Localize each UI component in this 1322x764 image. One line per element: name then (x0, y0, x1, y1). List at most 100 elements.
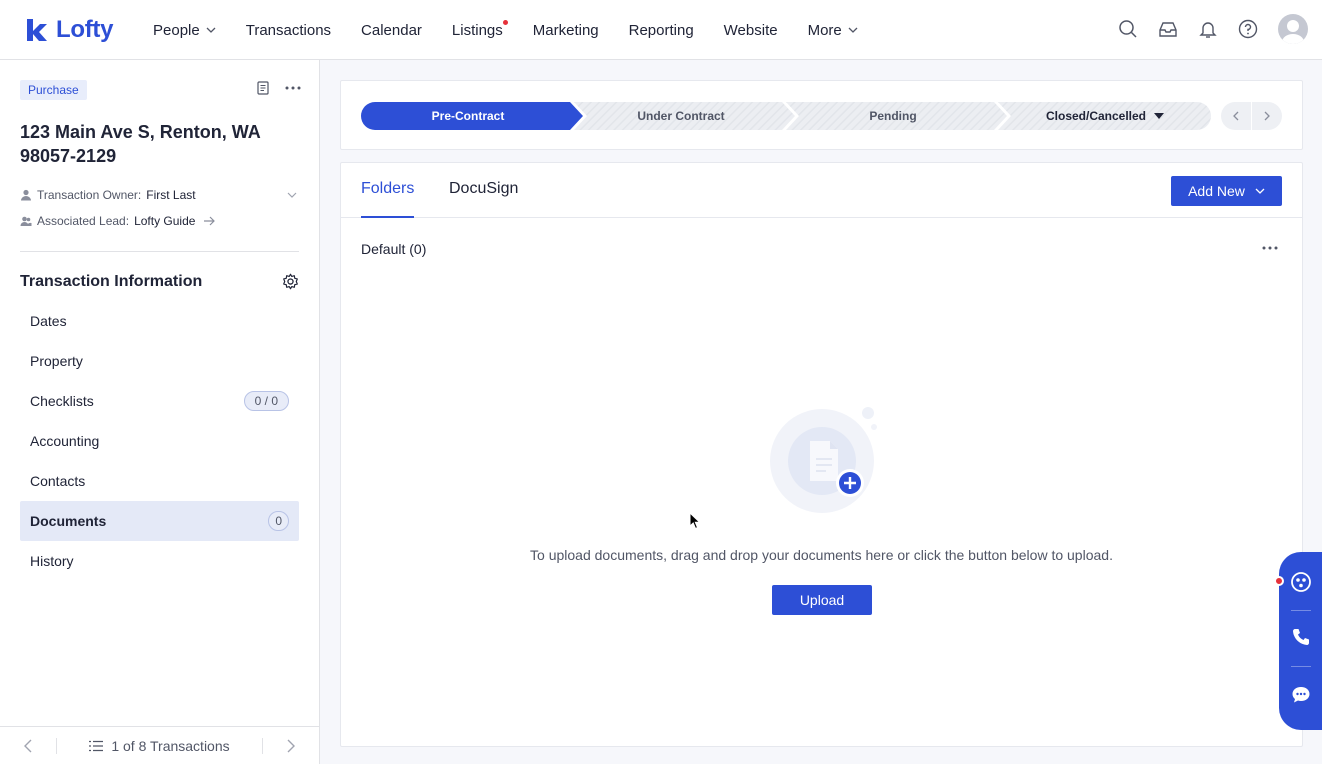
search-icon[interactable] (1118, 19, 1138, 39)
avatar[interactable] (1278, 14, 1308, 44)
chevron-right-icon (287, 739, 295, 752)
chevron-down-icon[interactable] (287, 192, 297, 198)
upload-button[interactable]: Upload (772, 585, 872, 615)
nav-reporting-label: Reporting (628, 21, 694, 39)
sidebar-item-label: Accounting (30, 433, 100, 449)
users-icon (20, 216, 32, 226)
nav-more[interactable]: More (808, 22, 858, 39)
sidebar-item-dates[interactable]: Dates (20, 301, 299, 341)
stage-label: Pre-Contract (431, 109, 505, 123)
nav-reporting[interactable]: Reporting (629, 22, 694, 39)
nav-people-label: People (153, 21, 200, 39)
chevron-down-icon (848, 27, 858, 33)
assistant-button[interactable] (1279, 560, 1322, 604)
add-new-label: Add New (1188, 183, 1245, 199)
nav-calendar[interactable]: Calendar (361, 22, 422, 39)
sidebar-item-checklists[interactable]: Checklists 0 / 0 (20, 381, 299, 421)
nav-people[interactable]: People (153, 22, 216, 39)
tab-label: DocuSign (449, 180, 519, 197)
lead-label: Associated Lead: (37, 214, 130, 228)
stage-bar: Pre-Contract Under Contract Pending Clos… (361, 102, 1211, 130)
lead-value: Lofty Guide (134, 214, 196, 228)
stage-pending[interactable]: Pending (787, 102, 999, 130)
top-icon-group (1118, 14, 1308, 44)
sidebar-item-documents[interactable]: Documents 0 (20, 501, 299, 541)
floating-contact-dock (1274, 552, 1322, 730)
checklists-count-badge: 0 / 0 (243, 391, 289, 411)
bell-icon[interactable] (1198, 19, 1218, 39)
gear-icon[interactable] (282, 273, 299, 290)
chevron-left-icon (24, 739, 32, 752)
section-title: Transaction Information (20, 273, 203, 290)
nav-transactions[interactable]: Transactions (246, 22, 331, 39)
assistant-icon (1291, 572, 1311, 592)
phone-icon (1293, 629, 1309, 645)
inbox-icon[interactable] (1158, 19, 1178, 39)
transaction-sidebar: Purchase 123 Main Ave S, Renton, WA 9805… (0, 60, 320, 764)
tab-folders[interactable]: Folders (361, 180, 415, 218)
brand-name: Lofty (56, 16, 114, 43)
documents-card: Folders DocuSign Add New Default (0) To … (340, 162, 1303, 747)
transaction-owner-row[interactable]: Transaction Owner: First Last (20, 188, 196, 202)
sidebar-item-label: Contacts (30, 473, 86, 489)
more-horizontal-icon[interactable] (1262, 243, 1278, 253)
sidebar-item-label: Documents (30, 513, 107, 529)
sidebar-item-contacts[interactable]: Contacts (20, 461, 299, 501)
help-icon[interactable] (1238, 19, 1258, 39)
dock-divider (1291, 610, 1311, 611)
owner-value: First Last (146, 188, 196, 202)
default-folder-label[interactable]: Default (0) (361, 241, 426, 257)
nav-marketing-label: Marketing (532, 21, 599, 39)
stage-closed-cancelled[interactable]: Closed/Cancelled (999, 102, 1211, 130)
chat-button[interactable] (1279, 673, 1322, 717)
transaction-menu: Dates Property Checklists 0 / 0 Accounti… (20, 301, 299, 581)
chevron-right-icon (1264, 111, 1270, 121)
tab-docusign[interactable]: DocuSign (449, 180, 518, 218)
nav-listings[interactable]: Listings (451, 19, 508, 39)
lofty-logo[interactable]: Lofty (24, 16, 113, 44)
transaction-type-tag: Purchase (20, 80, 87, 100)
notes-icon[interactable] (255, 80, 271, 96)
nav-website[interactable]: Website (724, 22, 778, 39)
stage-label: Under Contract (637, 109, 725, 123)
top-navigation-bar: Lofty People Transactions Calendar Listi… (0, 0, 1322, 60)
sidebar-item-label: Property (30, 353, 83, 369)
sidebar-item-history[interactable]: History (20, 541, 299, 581)
stage-pre-contract[interactable]: Pre-Contract (361, 102, 575, 130)
nav-listings-label: Listings (451, 21, 503, 39)
notification-dot (502, 19, 508, 25)
nav-marketing[interactable]: Marketing (533, 22, 599, 39)
stage-label: Pending (869, 109, 917, 123)
more-horizontal-icon[interactable] (285, 80, 301, 96)
documents-tabs: Folders DocuSign Add New (341, 163, 1302, 218)
previous-transaction-button[interactable] (0, 727, 56, 764)
add-new-button[interactable]: Add New (1171, 176, 1282, 206)
sidebar-item-label: Checklists (30, 393, 94, 409)
sidebar-item-label: Dates (30, 313, 67, 329)
chevron-down-icon (206, 27, 216, 33)
phone-button[interactable] (1279, 615, 1322, 659)
chevron-down-icon (1255, 188, 1265, 194)
list-icon (89, 740, 104, 751)
nav-transactions-label: Transactions (245, 21, 332, 39)
transaction-pager-info[interactable]: 1 of 8 Transactions (56, 737, 263, 754)
sidebar-tools (255, 80, 301, 96)
main-nav: People Transactions Calendar Listings Ma… (153, 0, 888, 60)
chat-icon (1292, 687, 1310, 703)
empty-state-text: To upload documents, drag and drop your … (530, 547, 1113, 563)
next-transaction-button[interactable] (263, 727, 319, 764)
transaction-pager: 1 of 8 Transactions (0, 726, 319, 764)
stage-under-contract[interactable]: Under Contract (575, 102, 787, 130)
pager-text: 1 of 8 Transactions (111, 737, 230, 754)
nav-more-label: More (807, 21, 842, 39)
mouse-cursor-icon (689, 512, 701, 530)
arrow-right-icon (204, 216, 216, 226)
tab-label: Folders (361, 180, 415, 197)
associated-lead-row[interactable]: Associated Lead: Lofty Guide (20, 214, 216, 228)
stage-next-button[interactable] (1252, 102, 1282, 130)
transaction-address: 123 Main Ave S, Renton, WA 98057-2129 (20, 122, 261, 166)
sidebar-item-property[interactable]: Property (20, 341, 299, 381)
stage-prev-button[interactable] (1221, 102, 1252, 130)
sidebar-item-label: History (30, 553, 74, 569)
sidebar-item-accounting[interactable]: Accounting (20, 421, 299, 461)
